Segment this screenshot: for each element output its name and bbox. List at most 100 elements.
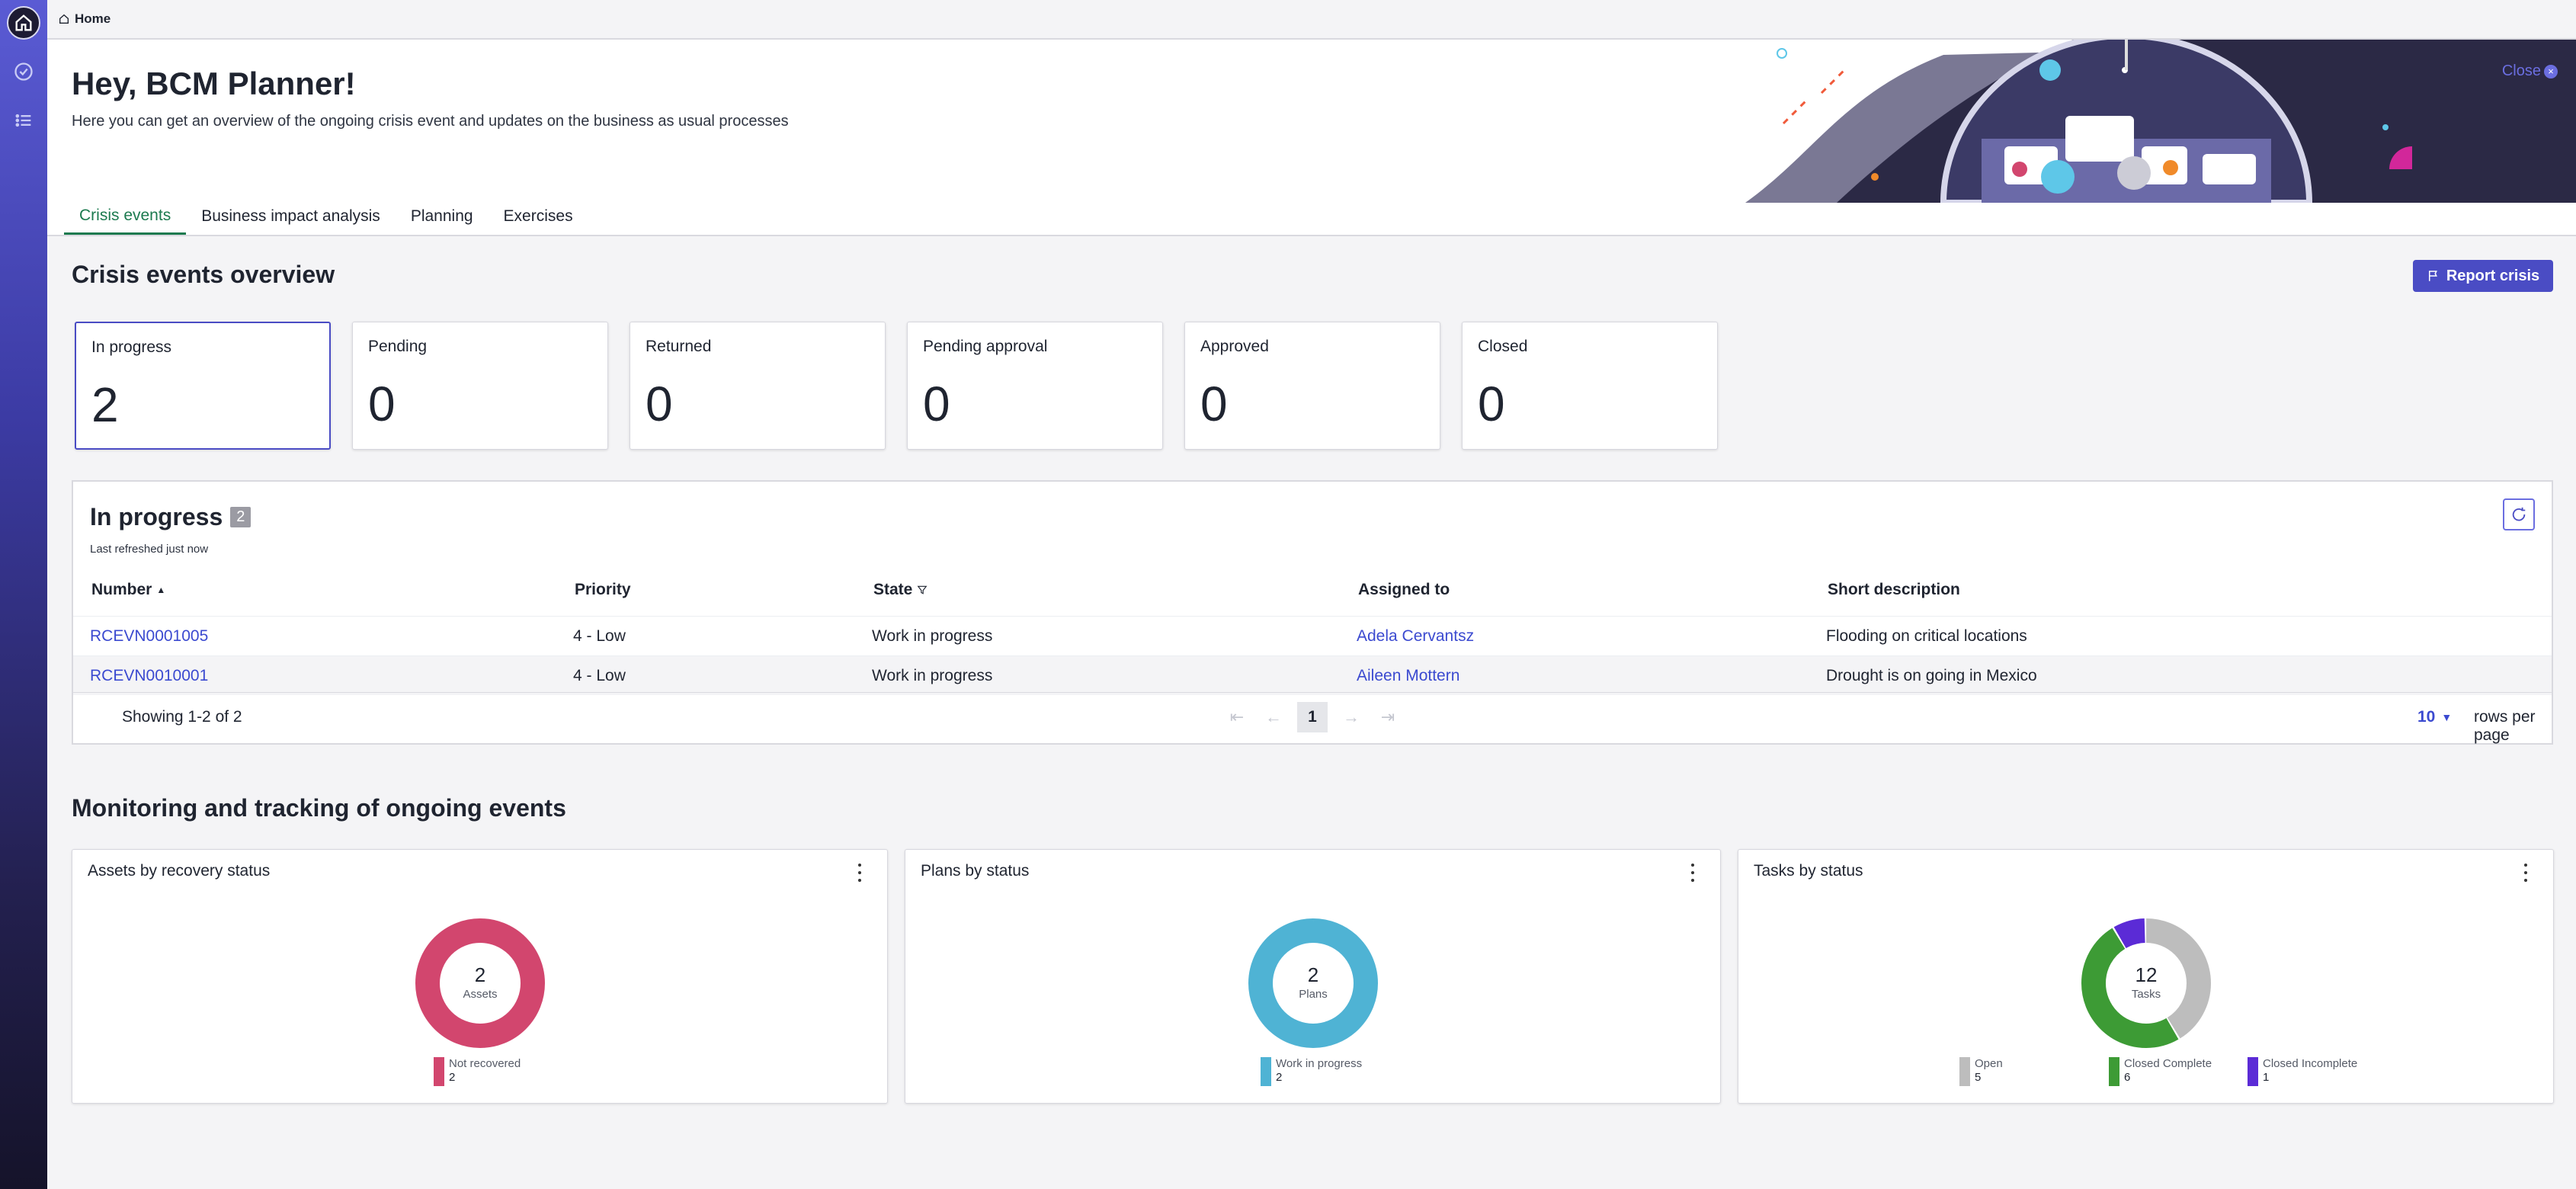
legend-value: 5 [1975,1071,1982,1084]
card-count: 0 [1478,377,1505,431]
tab-planning[interactable]: Planning [396,198,489,235]
legend-swatch [1261,1057,1271,1086]
more-vertical-icon[interactable] [1688,864,1697,882]
refresh-icon [2512,507,2526,521]
card-pending-approval[interactable]: Pending approval 0 [907,322,1163,450]
legend-item[interactable]: Work in progress 2 [1261,1057,1362,1086]
count-badge: 2 [230,507,252,527]
widget-title: Plans by status [921,862,1030,880]
close-label: Close [2501,62,2541,79]
monitoring-widgets: Assets by recovery status 2 Assets Not r… [72,849,2554,1104]
close-icon: × [2544,64,2558,79]
tasks-donut[interactable]: 12 Tasks [2081,918,2211,1048]
legend-value: 6 [2124,1071,2131,1084]
report-crisis-label: Report crisis [2446,267,2540,284]
row-state: Work in progress [872,667,993,684]
banner-illustration [1745,40,2576,203]
widget-tasks: Tasks by status 12 Tasks Open 5 Closed C… [1738,849,2554,1104]
card-returned[interactable]: Returned 0 [630,322,886,450]
breadcrumb-home[interactable]: Home [75,11,111,27]
row-assigned-link[interactable]: Aileen Mottern [1357,667,1459,685]
card-approved[interactable]: Approved 0 [1184,322,1440,450]
assets-donut[interactable]: 2 Assets [415,918,545,1048]
column-short-description[interactable]: Short description [1828,581,1960,599]
row-number-link[interactable]: RCEVN0010001 [90,667,208,685]
welcome-header: Hey, BCM Planner! Here you can get an ov… [47,40,2576,236]
monitoring-title: Monitoring and tracking of ongoing event… [72,794,566,822]
legend-item[interactable]: Not recovered 2 [434,1057,521,1086]
left-rail [0,0,47,1189]
card-pending[interactable]: Pending 0 [352,322,608,450]
plans-donut[interactable]: 2 Plans [1248,918,1378,1048]
page-number[interactable]: 1 [1297,702,1328,732]
legend-swatch [1959,1057,1970,1086]
rows-per-page-label: rows per page [2474,708,2536,744]
donut-total: 2 [475,963,485,986]
more-vertical-icon[interactable] [855,864,864,882]
check-circle-icon[interactable] [7,55,40,88]
table-row[interactable]: RCEVN0001005 4 - Low Work in progress Ad… [73,616,2552,655]
card-in-progress[interactable]: In progress 2 [75,322,331,450]
legend-label: Work in progress [1276,1057,1363,1070]
column-number[interactable]: Number ▲ [91,581,165,599]
column-number-label: Number [91,581,152,598]
legend-value: 1 [2263,1071,2270,1084]
tab-business-impact-analysis[interactable]: Business impact analysis [186,198,396,235]
donut-unit: Tasks [2132,988,2161,1001]
card-count: 2 [91,377,119,432]
close-banner-button[interactable]: Close × [2502,62,2558,80]
report-crisis-button[interactable]: Report crisis [2413,260,2553,292]
page-nav: ⇤ ← 1 → ⇥ [1224,702,1401,732]
list-icon[interactable] [7,104,40,137]
overview-title: Crisis events overview [72,261,335,288]
refresh-button[interactable] [2503,498,2535,530]
next-page-icon[interactable]: → [1338,702,1364,732]
tab-exercises[interactable]: Exercises [489,198,588,235]
card-label: Approved [1200,338,1269,355]
donut-total: 2 [1308,963,1318,986]
card-label: Pending approval [923,338,1048,355]
row-number-link[interactable]: RCEVN0001005 [90,627,208,646]
last-refreshed: Last refreshed just now [90,543,209,556]
card-closed[interactable]: Closed 0 [1462,322,1718,450]
widget-title: Tasks by status [1754,862,1863,880]
widget-plans: Plans by status 2 Plans Work in progress… [905,849,1721,1104]
donut-unit: Assets [463,988,497,1001]
first-page-icon[interactable]: ⇤ [1224,702,1250,732]
tab-crisis-events[interactable]: Crisis events [64,198,187,235]
legend-item[interactable]: Closed Complete 6 [2109,1057,2212,1086]
legend: Not recovered 2 [434,1057,521,1086]
card-label: Returned [646,338,712,355]
list-title-text: In progress [90,503,223,530]
legend-label: Closed Complete [2124,1057,2212,1070]
rows-per-page-select[interactable]: 10 ▼ [2417,708,2452,726]
card-label: Closed [1478,338,1528,355]
greeting-subtitle: Here you can get an overview of the ongo… [72,113,789,130]
last-page-icon[interactable]: ⇥ [1375,702,1401,732]
donut-total: 12 [2135,963,2158,986]
table-row[interactable]: RCEVN0010001 4 - Low Work in progress Ai… [73,655,2552,695]
rows-per-page-value: 10 [2417,708,2436,726]
row-description: Drought is on going in Mexico [1826,667,2037,684]
breadcrumb[interactable]: Home [58,11,111,27]
widget-assets: Assets by recovery status 2 Assets Not r… [72,849,888,1104]
column-state[interactable]: State [873,581,928,599]
prev-page-icon[interactable]: ← [1261,702,1286,732]
legend: Work in progress 2 [1261,1057,1362,1086]
row-assigned-link[interactable]: Adela Cervantsz [1357,627,1474,646]
card-count: 0 [1200,377,1228,431]
widget-title: Assets by recovery status [88,862,271,880]
legend-item[interactable]: Closed Incomplete 1 [2248,1057,2357,1086]
pagination: Showing 1-2 of 2 ⇤ ← 1 → ⇥ 10 ▼ rows per… [73,692,2552,744]
donut-unit: Plans [1299,988,1328,1001]
legend: Open 5 Closed Complete 6 Closed Incomple… [1959,1057,2357,1086]
filter-icon[interactable] [917,585,928,595]
home-icon[interactable] [7,6,40,40]
greeting-title: Hey, BCM Planner! [72,66,356,101]
column-priority[interactable]: Priority [575,581,631,599]
legend-item[interactable]: Open 5 [1959,1057,2074,1086]
legend-label: Not recovered [449,1057,521,1070]
tabs: Crisis events Business impact analysis P… [64,198,588,235]
column-assigned-to[interactable]: Assigned to [1358,581,1450,599]
more-vertical-icon[interactable] [2521,864,2530,882]
